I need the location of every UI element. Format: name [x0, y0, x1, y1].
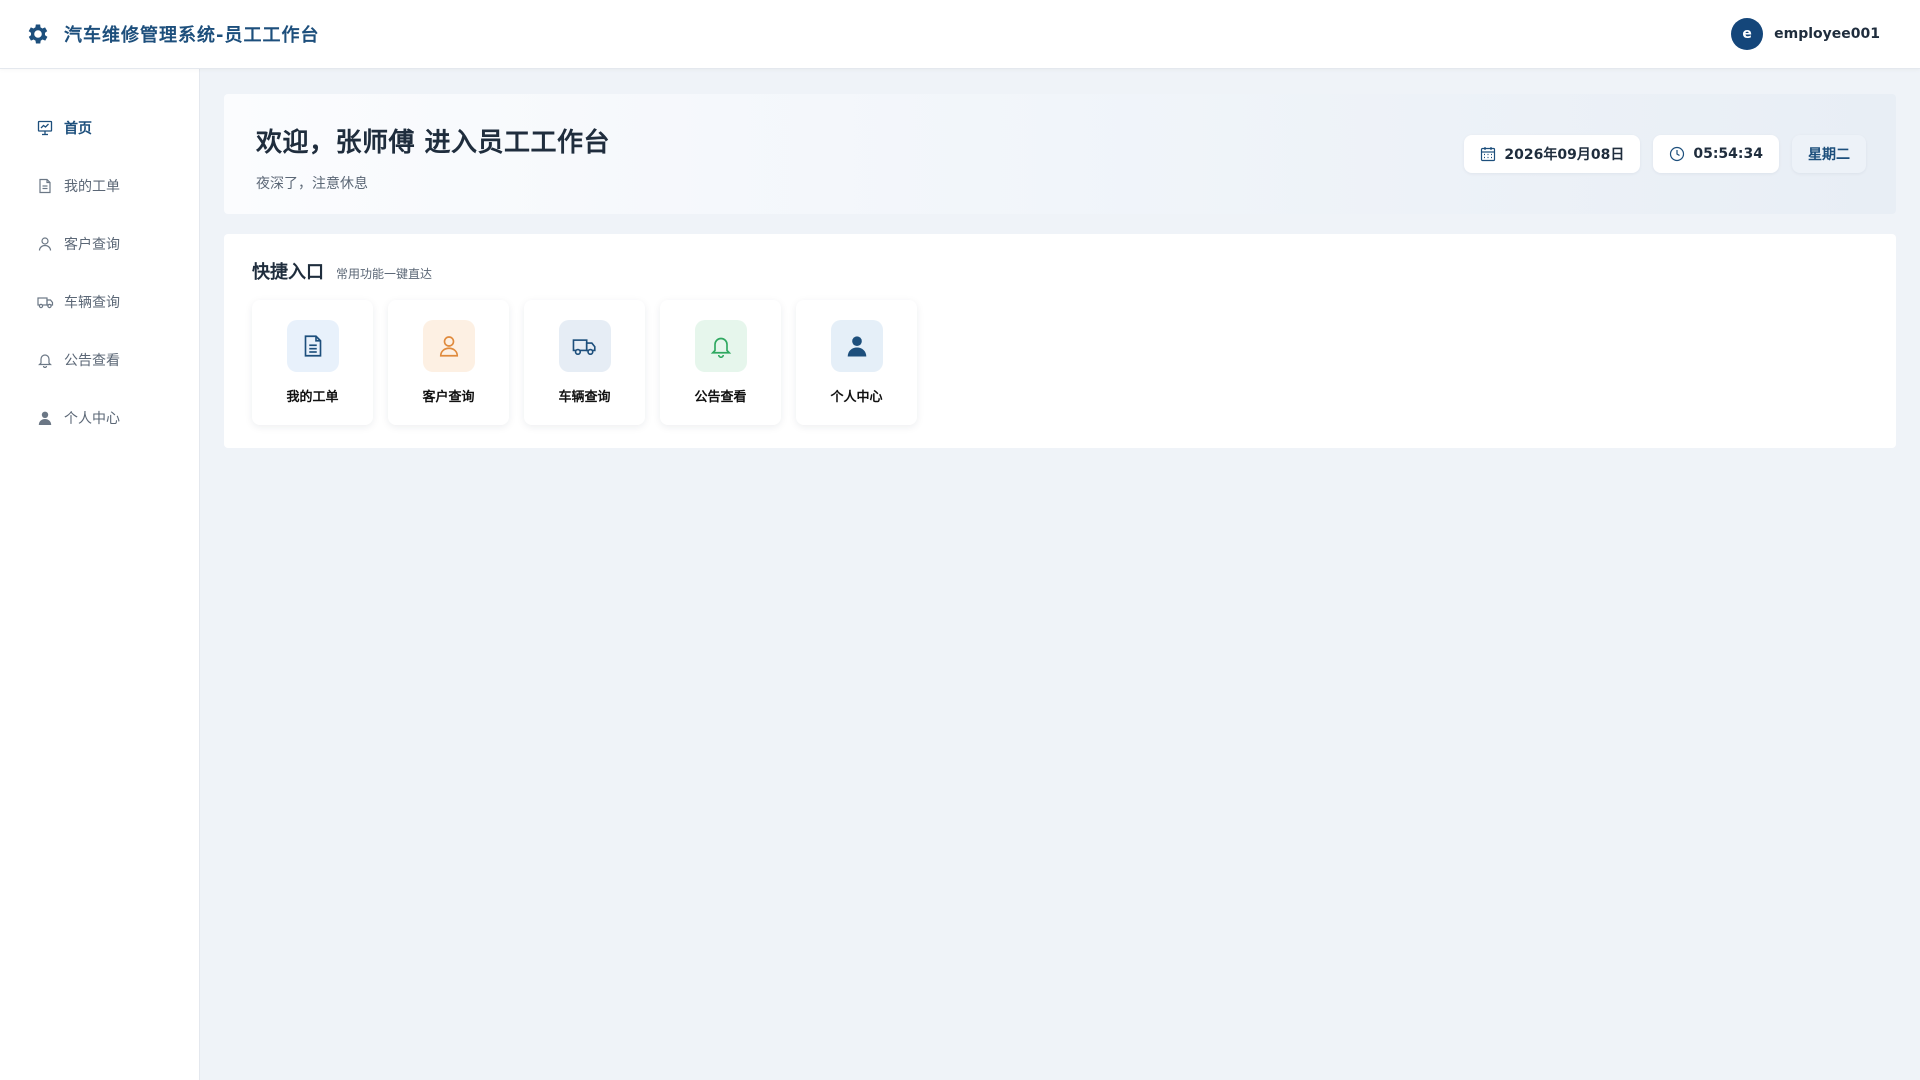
user-icon	[422, 320, 475, 372]
bell-icon	[36, 351, 54, 369]
document-icon	[286, 320, 339, 372]
quick-card-profile[interactable]: 个人中心	[796, 300, 917, 425]
clock-icon	[1669, 146, 1685, 162]
quick-card-label: 公告查看	[694, 390, 747, 405]
sidebar-item-label: 公告查看	[64, 353, 120, 369]
quick-access-header: 快捷入口 常用功能一键直达	[252, 258, 1868, 284]
sidebar-item-profile[interactable]: 个人中心	[0, 389, 199, 447]
truck-icon	[558, 320, 611, 372]
gear-icon	[24, 20, 52, 48]
avatar[interactable]: e	[1731, 18, 1764, 50]
quick-card-label: 我的工单	[286, 390, 339, 405]
sidebar-item-announcements[interactable]: 公告查看	[0, 331, 199, 389]
sidebar-item-label: 车辆查询	[64, 295, 120, 311]
top-header: 汽车维修管理系统-员工工作台 e employee001	[0, 0, 1920, 69]
dashboard-chart-icon	[36, 119, 54, 137]
sidebar-item-home[interactable]: 首页	[0, 99, 199, 157]
user-menu[interactable]: e employee001	[1731, 18, 1896, 50]
weekday-text: 星期二	[1808, 147, 1850, 163]
sidebar-item-vehicle-query[interactable]: 车辆查询	[0, 273, 199, 331]
quick-card-customer-query[interactable]: 客户查询	[388, 300, 509, 425]
sidebar: 首页 我的工单 客户查询 车辆查询 公告查看 个人中心	[0, 69, 200, 1080]
sidebar-item-label: 客户查询	[64, 237, 120, 253]
document-icon	[36, 177, 54, 195]
time-pill: 05:54:34	[1653, 135, 1779, 173]
quick-access-subtitle: 常用功能一键直达	[336, 267, 433, 281]
user-filled-icon	[36, 409, 54, 427]
date-text: 2026年09月08日	[1504, 147, 1625, 163]
quick-card-vehicle-query[interactable]: 车辆查询	[524, 300, 645, 425]
quick-access-title: 快捷入口	[252, 262, 324, 283]
bell-icon	[694, 320, 747, 372]
quick-card-label: 客户查询	[422, 390, 475, 405]
sidebar-item-label: 我的工单	[64, 179, 120, 195]
quick-access-panel: 快捷入口 常用功能一键直达 我的工单 客户查询 车辆查询 公告查看 个人中心	[224, 234, 1896, 448]
sidebar-item-label: 个人中心	[64, 411, 120, 427]
user-filled-icon	[830, 320, 883, 372]
time-text: 05:54:34	[1693, 146, 1763, 162]
calendar-icon	[1480, 146, 1496, 162]
user-icon	[36, 235, 54, 253]
welcome-subtitle: 夜深了，注意休息	[256, 176, 368, 192]
welcome-banner: 欢迎，张师傅 进入员工工作台 夜深了，注意休息 2026年09月08日 05:5…	[224, 94, 1896, 214]
quick-access-cards: 我的工单 客户查询 车辆查询 公告查看 个人中心	[252, 300, 1868, 425]
quick-card-announcements[interactable]: 公告查看	[660, 300, 781, 425]
datetime-pills: 2026年09月08日 05:54:34 星期二	[1464, 135, 1866, 173]
quick-card-label: 车辆查询	[558, 390, 611, 405]
username[interactable]: employee001	[1774, 26, 1880, 42]
truck-icon	[36, 293, 54, 311]
date-pill: 2026年09月08日	[1464, 135, 1641, 173]
sidebar-item-label: 首页	[64, 121, 92, 137]
sidebar-item-my-orders[interactable]: 我的工单	[0, 157, 199, 215]
app-title: 汽车维修管理系统-员工工作台	[64, 25, 320, 46]
quick-card-label: 个人中心	[830, 390, 883, 405]
weekday-pill: 星期二	[1792, 135, 1866, 173]
sidebar-item-customer-query[interactable]: 客户查询	[0, 215, 199, 273]
brand: 汽车维修管理系统-员工工作台	[24, 20, 319, 48]
quick-card-my-orders[interactable]: 我的工单	[252, 300, 373, 425]
